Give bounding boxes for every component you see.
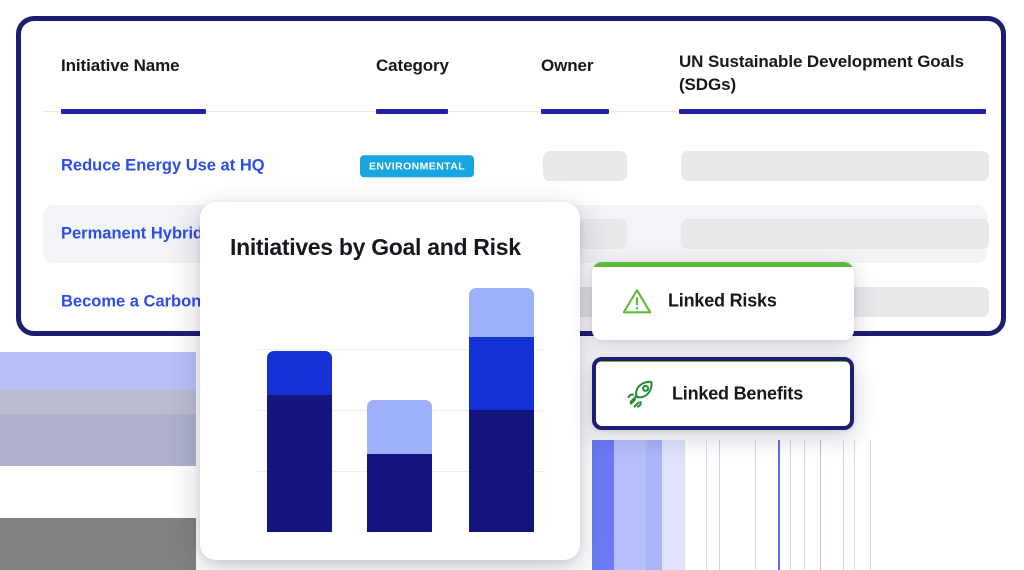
chart-title: Initiatives by Goal and Risk — [230, 234, 521, 260]
initiative-name-link[interactable]: Become a Carbon — [61, 293, 201, 312]
category-badge: ENVIRONMENTAL — [360, 155, 475, 177]
column-header-2[interactable]: Owner — [541, 55, 609, 78]
chart-plot-area — [257, 288, 544, 532]
decorative-band-0 — [0, 352, 196, 390]
decorative-stripe-3 — [662, 440, 684, 570]
decorative-band-4 — [0, 518, 196, 570]
table-row[interactable]: Reduce Energy Use at HQ ENVIRONMENTAL — [43, 137, 989, 195]
warning-triangle-icon — [620, 284, 654, 318]
column-header-1[interactable]: Category — [376, 55, 449, 78]
column-header-underline-0 — [61, 109, 206, 114]
sdg-placeholder — [681, 151, 989, 181]
chart-bar-0-segment-0 — [267, 395, 332, 532]
linked-benefits-accent-bar — [596, 361, 850, 362]
decorative-stripe-8 — [778, 440, 780, 570]
owner-placeholder — [543, 151, 627, 181]
decorative-stripe-0 — [592, 440, 614, 570]
decorative-stripe-9 — [790, 440, 791, 570]
decorative-stripe-6 — [719, 440, 720, 570]
linked-benefits-card[interactable]: Linked Benefits — [592, 357, 854, 430]
decorative-stripe-4 — [684, 440, 685, 570]
decorative-stripe-12 — [843, 440, 844, 570]
chart-bar-2[interactable] — [469, 288, 534, 532]
linked-risks-accent-bar — [592, 262, 854, 267]
decorative-stripe-11 — [820, 440, 821, 570]
linked-benefits-label: Linked Benefits — [672, 383, 804, 403]
decorative-stripe-2 — [646, 440, 662, 570]
chart-bar-0-segment-1 — [267, 351, 332, 396]
initiatives-chart-card: Initiatives by Goal and Risk — [200, 202, 580, 560]
initiative-name-link[interactable]: Permanent Hybrid — [61, 225, 203, 244]
decorative-band-1 — [0, 390, 196, 414]
decorative-stripe-1 — [614, 440, 646, 570]
column-header-0[interactable]: Initiative Name — [61, 55, 206, 78]
chart-bar-1-segment-2 — [367, 400, 432, 454]
decorative-stripe-7 — [755, 440, 756, 570]
column-header-underline-3 — [679, 109, 986, 114]
table-header-row: Initiative Name Category Owner UN Sustainab… — [21, 21, 1001, 114]
chart-bar-0[interactable] — [267, 351, 332, 532]
decorative-stripes-bottom-right — [592, 440, 1024, 570]
decorative-stripe-13 — [854, 440, 855, 570]
chart-bar-2-segment-1 — [469, 336, 534, 410]
linked-risks-label: Linked Risks — [668, 290, 777, 311]
decorative-stripe-5 — [706, 440, 707, 570]
decorative-stripe-14 — [870, 440, 871, 570]
initiative-name-link[interactable]: Reduce Energy Use at HQ — [61, 157, 265, 176]
column-header-underline-2 — [541, 109, 609, 114]
decorative-band-3 — [0, 466, 196, 518]
chart-bar-2-segment-0 — [469, 410, 534, 532]
column-header-underline-1 — [376, 109, 448, 114]
chart-bar-2-segment-2 — [469, 288, 534, 337]
sdg-placeholder — [681, 219, 989, 249]
column-header-3[interactable]: UN Sustainable Development Goals (SDGs) — [679, 51, 989, 97]
linked-risks-card[interactable]: Linked Risks — [592, 262, 854, 340]
chart-bar-1-segment-0 — [367, 453, 432, 532]
decorative-bands-bottom-left — [0, 352, 196, 570]
decorative-stripe-10 — [804, 440, 805, 570]
rocket-icon — [624, 377, 658, 411]
decorative-band-2 — [0, 414, 196, 466]
chart-bar-1[interactable] — [367, 400, 432, 532]
